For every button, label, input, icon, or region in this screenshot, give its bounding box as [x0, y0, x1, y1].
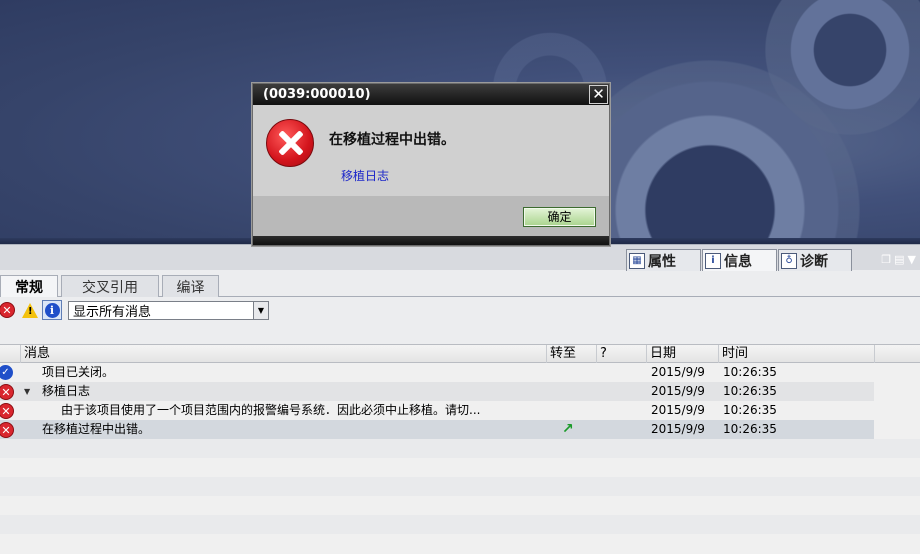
menu-icon[interactable]: ▤: [894, 253, 904, 266]
column-header-message[interactable]: 消息: [20, 345, 546, 363]
migration-log-link[interactable]: 移植日志: [341, 167, 389, 184]
filter-selected-value: 显示所有消息: [73, 305, 152, 320]
message-filter-toolbar: ✕ ! i 显示所有消息 ▼: [0, 297, 920, 325]
empty-row: [0, 477, 920, 496]
column-header-empty: [874, 345, 920, 363]
message-filter-select[interactable]: 显示所有消息 ▼: [68, 301, 269, 320]
table-row[interactable]: ✕ 由于该项目使用了一个项目范围内的报警编号系统．因此必须中止移植。请切... …: [0, 401, 874, 420]
close-icon[interactable]: ✕: [589, 85, 608, 104]
info-icon: i: [44, 302, 60, 318]
empty-row: [0, 439, 920, 458]
tab-label: 信息: [724, 253, 752, 270]
properties-icon: ▦: [629, 252, 645, 269]
time-cell: 10:26:35: [723, 365, 777, 379]
chevron-down-icon[interactable]: ▼: [253, 302, 268, 319]
tab-info[interactable]: i 信息: [702, 249, 777, 271]
empty-row: [0, 496, 920, 515]
dialog-message: 在移植过程中出错。: [329, 132, 455, 148]
table-row[interactable]: ✓ 项目已关闭。 2015/9/9 10:26:35: [0, 363, 874, 382]
message-text: 移植日志: [42, 384, 91, 398]
info-icon: i: [705, 252, 721, 269]
spacer: [0, 325, 920, 345]
dialog-title: (0039:000010): [253, 84, 609, 105]
date-cell: 2015/9/9: [651, 384, 705, 398]
tab-label: 属性: [648, 253, 676, 270]
tab-compile[interactable]: 编译: [162, 275, 219, 297]
column-header-date[interactable]: 日期: [646, 345, 718, 363]
chevron-down-icon[interactable]: ▼: [908, 253, 916, 266]
time-cell: 10:26:35: [723, 422, 777, 436]
dialog-footer: 确定: [253, 196, 609, 236]
tab-properties[interactable]: ▦ 属性: [626, 249, 701, 271]
check-icon: ✓: [0, 365, 13, 380]
table-row[interactable]: ✕ ▼ 移植日志 2015/9/9 10:26:35: [0, 382, 874, 401]
ok-button[interactable]: 确定: [523, 207, 596, 227]
message-text: 项目已关闭。: [42, 365, 115, 379]
empty-row: [0, 515, 920, 534]
time-cell: 10:26:35: [723, 403, 777, 417]
column-header-time[interactable]: 时间: [718, 345, 874, 363]
error-dialog: (0039:000010) ✕ 在移植过程中出错。 移植日志 确定: [252, 83, 610, 246]
expand-toggle[interactable]: ▼: [24, 382, 30, 401]
empty-row: [0, 458, 920, 477]
show-info-button[interactable]: i: [42, 300, 62, 320]
dialog-bottom-bar: [253, 236, 609, 245]
window-controls: ❐ ▤ ▼: [881, 253, 916, 266]
message-table: 消息 转至 ? 日期 时间 ✓ 项目已关闭。 2015/9/9 10:26:35…: [0, 344, 920, 554]
show-errors-button[interactable]: ✕: [0, 300, 17, 320]
tab-label: 诊断: [800, 253, 828, 270]
error-icon: ✕: [0, 302, 15, 318]
diagnostics-icon: ♁: [781, 252, 797, 269]
show-warnings-button[interactable]: !: [20, 300, 40, 320]
column-header-question[interactable]: ?: [596, 345, 646, 363]
warning-icon: !: [22, 302, 38, 318]
error-icon: ✕: [0, 384, 14, 400]
column-header-goto[interactable]: 转至: [546, 345, 596, 363]
tab-cross-reference[interactable]: 交叉引用: [61, 275, 159, 297]
date-cell: 2015/9/9: [651, 365, 705, 379]
table-header: 消息 转至 ? 日期 时间: [0, 344, 920, 363]
error-icon: ✕: [0, 403, 14, 419]
date-cell: 2015/9/9: [651, 403, 705, 417]
tab-diagnostics[interactable]: ♁ 诊断: [778, 249, 852, 271]
message-text: 由于该项目使用了一个项目范围内的报警编号系统．因此必须中止移植。请切...: [61, 403, 481, 417]
empty-row: [0, 534, 920, 553]
tab-general[interactable]: 常规: [0, 275, 58, 298]
table-row[interactable]: ✕ 在移植过程中出错。 ↗ 2015/9/9 10:26:35: [0, 420, 874, 439]
date-cell: 2015/9/9: [651, 422, 705, 436]
message-text: 在移植过程中出错。: [42, 422, 151, 436]
sub-tab-bar: 常规 交叉引用 编译: [0, 273, 920, 298]
error-icon: ✕: [0, 422, 14, 438]
error-icon: [266, 119, 314, 167]
time-cell: 10:26:35: [723, 384, 777, 398]
inspector-tab-bar: ▦ 属性 i 信息 ♁ 诊断 ❐ ▤ ▼: [0, 244, 920, 271]
goto-arrow-icon[interactable]: ↗: [562, 420, 574, 439]
dialog-body: [253, 105, 609, 196]
restore-icon[interactable]: ❐: [881, 253, 891, 266]
